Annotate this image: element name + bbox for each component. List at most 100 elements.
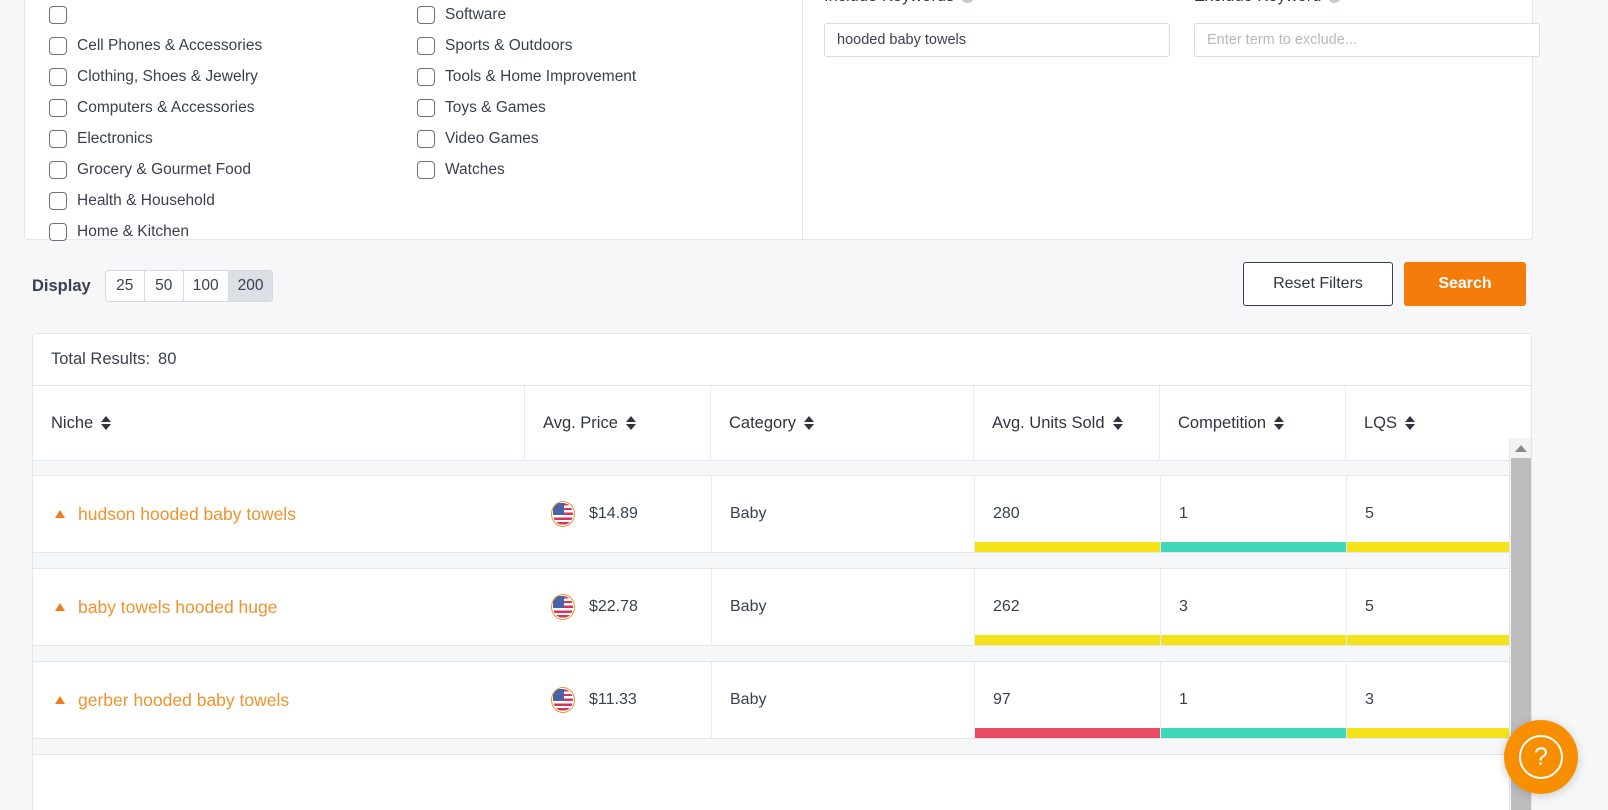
category-checkbox-label: Electronics	[77, 129, 153, 147]
checkbox-icon[interactable]	[49, 129, 67, 148]
display-control: Display 25 50 100 200	[32, 270, 274, 302]
category-checkbox-item[interactable]: Health & Household	[49, 185, 262, 216]
category-cell: Baby	[711, 662, 974, 738]
column-header-category[interactable]: Category	[711, 385, 974, 461]
category-checkbox-item[interactable]	[49, 0, 262, 30]
scroll-up-arrow-icon[interactable]	[1510, 438, 1531, 458]
display-size-segmented-control[interactable]: 25 50 100 200	[104, 270, 274, 302]
niche-link[interactable]: baby towels hooded huge	[78, 597, 277, 618]
category-cell: Baby	[711, 569, 974, 645]
table-row[interactable]: hudson hooded baby towels $14.89 Baby 280 1 5	[33, 475, 1510, 553]
category-checkbox-item[interactable]: Grocery & Gourmet Food	[49, 154, 262, 185]
display-size-option-50[interactable]: 50	[144, 271, 184, 301]
lqs-value: 3	[1365, 691, 1374, 708]
niche-link[interactable]: gerber hooded baby towels	[78, 690, 289, 711]
display-size-option-25[interactable]: 25	[105, 271, 145, 301]
competition-value: 1	[1179, 505, 1188, 522]
table-row[interactable]: gerber hooded baby towels $11.33 Baby 97 1 3	[33, 661, 1510, 739]
display-size-option-200[interactable]: 200	[228, 271, 273, 301]
exclude-keyword-input[interactable]	[1194, 23, 1540, 57]
expand-triangle-icon[interactable]	[55, 510, 65, 518]
checkbox-icon[interactable]	[49, 160, 67, 179]
category-checkbox-label: Video Games	[445, 129, 539, 147]
help-button[interactable]: ?	[1504, 720, 1578, 794]
niche-link[interactable]: hudson hooded baby towels	[78, 504, 296, 525]
exclude-keyword-label-text: Exclude Keyword	[1194, 0, 1321, 6]
checkbox-icon[interactable]	[417, 5, 435, 24]
competition-bar	[1161, 542, 1346, 552]
table-row-partial[interactable]	[33, 754, 1510, 784]
competition-cell: 1	[1160, 476, 1346, 552]
results-panel: Total Results: 80 Niche Avg. Price Categor…	[32, 333, 1532, 810]
category-checkbox-item[interactable]: Tools & Home Improvement	[417, 61, 636, 92]
sort-toggle-icon[interactable]	[1112, 416, 1123, 430]
results-table-header: Niche Avg. Price Category Avg. Units Sold Co…	[33, 385, 1510, 461]
category-checkbox-item[interactable]: Sports & Outdoors	[417, 30, 636, 61]
app-page: Cell Phones & Accessories Clothing, Shoes…	[0, 0, 1608, 810]
price-value: $14.89	[589, 505, 638, 522]
niche-cell[interactable]: baby towels hooded huge	[33, 569, 525, 645]
expand-triangle-icon[interactable]	[55, 696, 65, 704]
category-checkbox-item[interactable]: Video Games	[417, 123, 636, 154]
category-checkbox-label: Software	[445, 5, 507, 23]
category-checkbox-item[interactable]: Clothing, Shoes & Jewelry	[49, 61, 262, 92]
keyword-filter-area: Include Keywords i Exclude Keyword i	[804, 0, 1540, 239]
sort-toggle-icon[interactable]	[101, 416, 112, 430]
checkbox-icon[interactable]	[49, 36, 67, 55]
sort-toggle-icon[interactable]	[625, 416, 636, 430]
display-size-option-100[interactable]: 100	[183, 271, 229, 301]
column-header-lqs[interactable]: LQS	[1346, 386, 1510, 461]
us-flag-icon	[551, 687, 575, 713]
units-sold-value: 280	[993, 505, 1020, 522]
checkbox-icon[interactable]	[49, 5, 67, 24]
total-results-bar: Total Results: 80	[33, 334, 1531, 386]
category-checkbox-item[interactable]: Cell Phones & Accessories	[49, 30, 262, 61]
checkbox-icon[interactable]	[417, 160, 435, 179]
category-cell: Baby	[711, 476, 974, 552]
sort-toggle-icon[interactable]	[803, 416, 814, 430]
checkbox-icon[interactable]	[49, 98, 67, 117]
checkbox-icon[interactable]	[417, 36, 435, 55]
info-icon[interactable]: i	[961, 0, 975, 3]
category-checkbox-item[interactable]: Software	[417, 0, 636, 30]
category-checkbox-label: Watches	[445, 160, 505, 178]
category-checkbox-item[interactable]: Computers & Accessories	[49, 92, 262, 123]
column-header-avg-units-sold[interactable]: Avg. Units Sold	[974, 385, 1160, 461]
checkbox-icon[interactable]	[49, 222, 67, 241]
reset-filters-button[interactable]: Reset Filters	[1243, 262, 1393, 306]
lqs-cell: 3	[1346, 662, 1510, 738]
units-sold-bar	[975, 635, 1160, 645]
column-header-niche[interactable]: Niche	[33, 385, 525, 461]
category-checkbox-label: Home & Kitchen	[77, 222, 189, 240]
sort-toggle-icon[interactable]	[1405, 416, 1416, 430]
category-checkbox-item[interactable]: Toys & Games	[417, 92, 636, 123]
exclude-keyword-label: Exclude Keyword i	[1194, 0, 1540, 6]
column-header-label: Competition	[1178, 413, 1267, 432]
sort-toggle-icon[interactable]	[1274, 416, 1285, 430]
column-header-label: Category	[729, 413, 796, 432]
include-keywords-input[interactable]	[824, 23, 1170, 57]
info-icon[interactable]: i	[1328, 0, 1342, 3]
checkbox-icon[interactable]	[417, 129, 435, 148]
competition-bar	[1161, 728, 1346, 738]
expand-triangle-icon[interactable]	[55, 603, 65, 611]
table-row[interactable]: baby towels hooded huge $22.78 Baby 262 3 5	[33, 568, 1510, 646]
category-checkbox-item[interactable]: Home & Kitchen	[49, 216, 262, 247]
checkbox-icon[interactable]	[49, 67, 67, 86]
column-header-label: LQS	[1364, 413, 1398, 432]
category-checkbox-item[interactable]: Watches	[417, 154, 636, 185]
category-checkbox-label: Computers & Accessories	[77, 98, 255, 116]
results-table-scroll: Niche Avg. Price Category Avg. Units Sold Co…	[33, 385, 1531, 810]
search-button[interactable]: Search	[1404, 262, 1526, 306]
checkbox-icon[interactable]	[417, 98, 435, 117]
column-header-avg-price[interactable]: Avg. Price	[525, 385, 711, 461]
column-header-competition[interactable]: Competition	[1160, 385, 1346, 461]
total-results-value: 80	[158, 350, 177, 368]
category-checkbox-item[interactable]: Electronics	[49, 123, 262, 154]
checkbox-icon[interactable]	[49, 191, 67, 210]
question-mark-icon: ?	[1519, 735, 1563, 779]
niche-cell[interactable]: hudson hooded baby towels	[33, 476, 525, 552]
checkbox-icon[interactable]	[417, 67, 435, 86]
niche-cell[interactable]: gerber hooded baby towels	[33, 662, 525, 738]
column-header-label: Avg. Units Sold	[992, 413, 1105, 432]
